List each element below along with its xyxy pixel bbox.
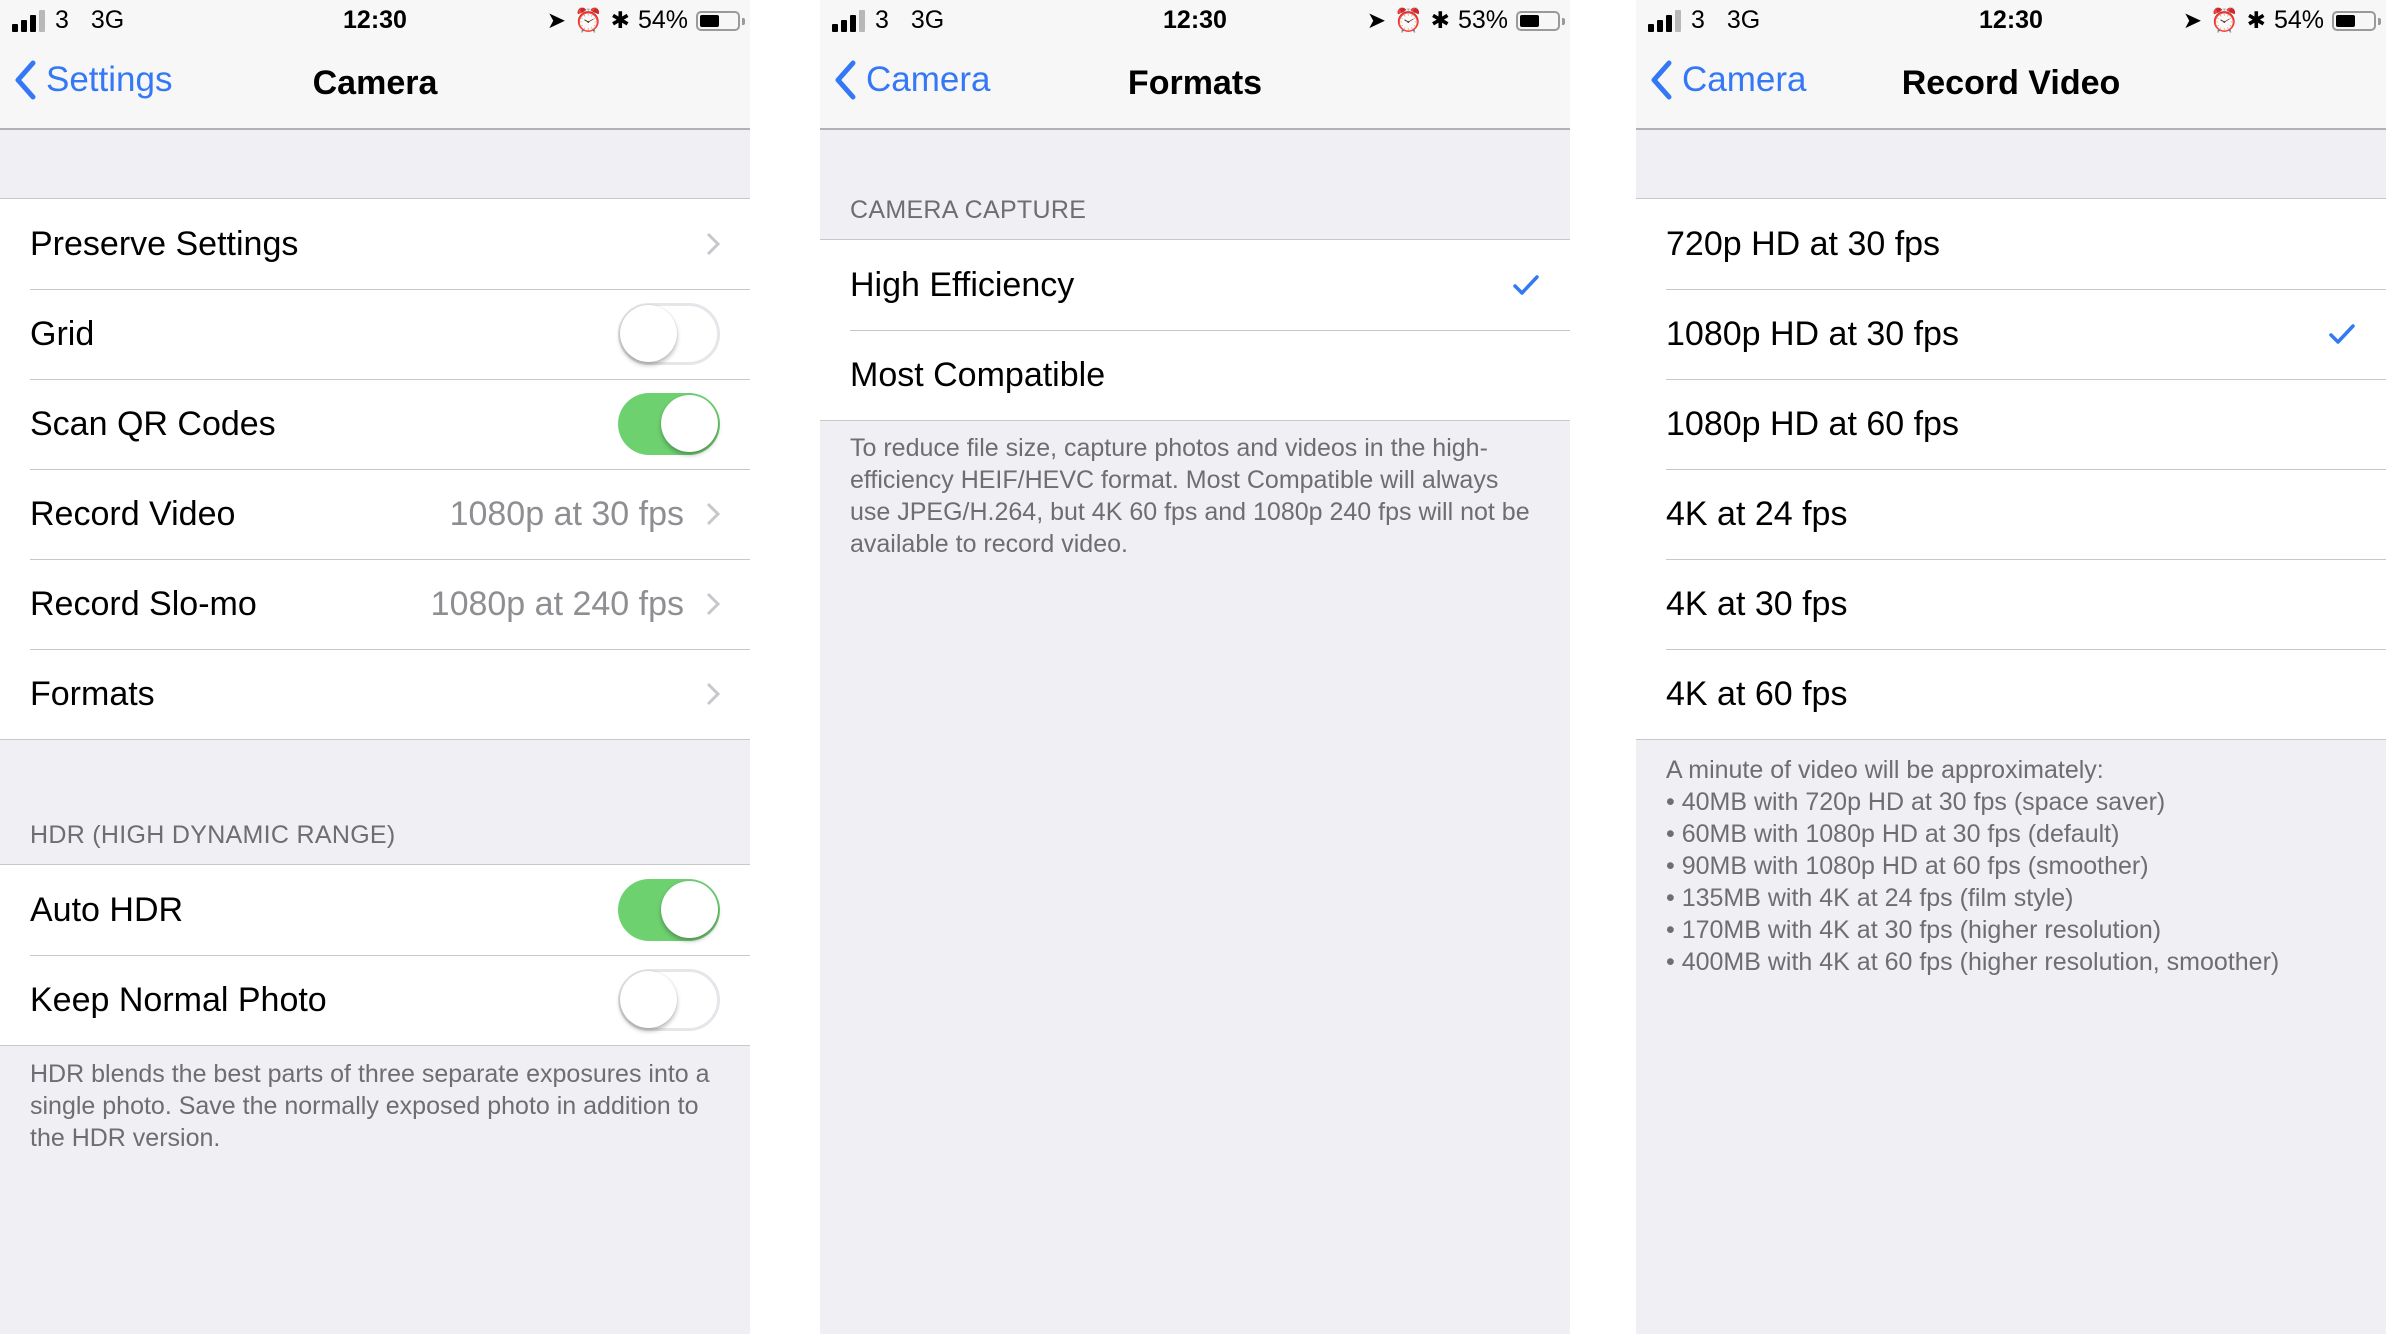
hdr-section-footer: HDR blends the best parts of three separ…	[30, 1060, 710, 1152]
auto-hdr-toggle[interactable]	[618, 879, 720, 941]
row-label: Record Video	[30, 494, 236, 533]
hdr-options-group: Auto HDR Keep Normal Photo	[0, 864, 750, 1046]
navigation-bar: Camera Record Video	[1636, 42, 2386, 130]
navigation-bar: Settings Camera	[0, 42, 750, 130]
option-4k-24fps[interactable]: 4K at 24 fps	[1636, 469, 2386, 559]
row-label: Most Compatible	[850, 355, 1106, 394]
row-label: 720p HD at 30 fps	[1666, 224, 1941, 263]
row-label: High Efficiency	[850, 265, 1075, 304]
row-label: Auto HDR	[30, 890, 184, 929]
battery-percentage: 54%	[2273, 6, 2324, 34]
chevron-left-icon	[835, 60, 856, 100]
bluetooth-icon: ✱	[1430, 7, 1450, 33]
row-auto-hdr: Auto HDR	[0, 865, 750, 955]
row-label: Scan QR Codes	[30, 404, 276, 443]
formats-screen: 3 3G 12:30 ➤ ⏰ ✱ 53% Camera Formats CAME…	[820, 0, 1570, 1334]
back-button-label: Camera	[866, 60, 991, 99]
chevron-right-icon	[706, 682, 720, 706]
navigation-bar: Camera Formats	[820, 42, 1570, 130]
record-video-screen: 3 3G 12:30 ➤ ⏰ ✱ 54% Camera Record Video…	[1636, 0, 2386, 1334]
back-button[interactable]: Camera	[1650, 60, 1806, 100]
row-label: 1080p HD at 30 fps	[1666, 314, 1959, 353]
chevron-right-icon	[706, 232, 720, 256]
battery-percentage: 54%	[637, 6, 688, 34]
option-4k-30fps[interactable]: 4K at 30 fps	[1636, 559, 2386, 649]
row-record-video[interactable]: Record Video 1080p at 30 fps	[0, 469, 750, 559]
row-label: Preserve Settings	[30, 224, 299, 263]
option-4k-60fps[interactable]: 4K at 60 fps	[1636, 649, 2386, 739]
scan-qr-codes-toggle[interactable]	[618, 393, 720, 455]
footer-item: • 170MB with 4K at 30 fps (higher resolu…	[1666, 916, 2162, 944]
camera-options-group: Preserve Settings Grid Scan QR Codes Rec…	[0, 198, 750, 740]
row-label: 4K at 30 fps	[1666, 584, 1848, 623]
chevron-left-icon	[1651, 60, 1672, 100]
row-label: 1080p HD at 60 fps	[1666, 404, 1959, 443]
row-preserve-settings[interactable]: Preserve Settings	[0, 199, 750, 289]
location-arrow-icon: ➤	[1366, 7, 1387, 33]
row-label: Keep Normal Photo	[30, 980, 327, 1019]
footer-item: • 135MB with 4K at 24 fps (film style)	[1666, 884, 2074, 912]
row-grid: Grid	[0, 289, 750, 379]
keep-normal-photo-toggle[interactable]	[618, 969, 720, 1031]
footer-item: • 60MB with 1080p HD at 30 fps (default)	[1666, 820, 2120, 848]
row-label: Formats	[30, 674, 155, 713]
checkmark-icon	[2329, 324, 2355, 344]
status-bar: 3 3G 12:30 ➤ ⏰ ✱ 54%	[1636, 0, 2386, 42]
option-high-efficiency[interactable]: High Efficiency	[820, 240, 1570, 330]
back-button-label: Camera	[1682, 60, 1807, 99]
location-arrow-icon: ➤	[2182, 7, 2203, 33]
row-keep-normal-photo: Keep Normal Photo	[0, 955, 750, 1045]
hdr-section-header: HDR (HIGH DYNAMIC RANGE)	[30, 821, 396, 849]
chevron-right-icon	[706, 592, 720, 616]
battery-icon	[696, 10, 745, 31]
back-button-label: Settings	[46, 60, 173, 99]
alarm-clock-icon: ⏰	[574, 7, 603, 33]
row-value: 1080p at 240 fps	[430, 584, 684, 623]
option-720p-30fps[interactable]: 720p HD at 30 fps	[1636, 199, 2386, 289]
row-label: Grid	[30, 314, 95, 353]
location-arrow-icon: ➤	[546, 7, 567, 33]
formats-footer: To reduce file size, capture photos and …	[850, 434, 1530, 558]
option-most-compatible[interactable]: Most Compatible	[820, 330, 1570, 420]
back-button[interactable]: Settings	[14, 60, 172, 100]
status-bar: 3 3G 12:30 ➤ ⏰ ✱ 53%	[820, 0, 1570, 42]
camera-settings-screen: 3 3G 12:30 ➤ ⏰ ✱ 54% Settings Camera Pre…	[0, 0, 750, 1334]
option-1080p-30fps[interactable]: 1080p HD at 30 fps	[1636, 289, 2386, 379]
bluetooth-icon: ✱	[2246, 7, 2266, 33]
footer-item: • 400MB with 4K at 60 fps (higher resolu…	[1666, 948, 2280, 976]
footer-item: • 40MB with 720p HD at 30 fps (space sav…	[1666, 788, 2166, 816]
alarm-clock-icon: ⏰	[2210, 7, 2239, 33]
camera-capture-header: CAMERA CAPTURE	[850, 196, 1087, 224]
checkmark-icon	[1513, 275, 1539, 295]
battery-percentage: 53%	[1457, 6, 1508, 34]
footer-item: • 90MB with 1080p HD at 60 fps (smoother…	[1666, 852, 2149, 880]
video-size-footer: A minute of video will be approximately:…	[1666, 754, 2356, 978]
option-1080p-60fps[interactable]: 1080p HD at 60 fps	[1636, 379, 2386, 469]
alarm-clock-icon: ⏰	[1394, 7, 1423, 33]
row-label: Record Slo-mo	[30, 584, 257, 623]
battery-icon	[1516, 10, 1565, 31]
row-formats[interactable]: Formats	[0, 649, 750, 739]
grid-toggle[interactable]	[618, 303, 720, 365]
row-scan-qr-codes: Scan QR Codes	[0, 379, 750, 469]
camera-capture-group: High Efficiency Most Compatible	[820, 239, 1570, 421]
row-value: 1080p at 30 fps	[449, 494, 684, 533]
row-label: 4K at 60 fps	[1666, 674, 1848, 713]
chevron-right-icon	[706, 502, 720, 526]
back-button[interactable]: Camera	[834, 60, 990, 100]
video-resolution-group: 720p HD at 30 fps 1080p HD at 30 fps 108…	[1636, 198, 2386, 740]
status-bar: 3 3G 12:30 ➤ ⏰ ✱ 54%	[0, 0, 750, 42]
chevron-left-icon	[15, 60, 36, 100]
row-record-slo-mo[interactable]: Record Slo-mo 1080p at 240 fps	[0, 559, 750, 649]
footer-title: A minute of video will be approximately:	[1666, 756, 2104, 784]
bluetooth-icon: ✱	[610, 7, 630, 33]
row-label: 4K at 24 fps	[1666, 494, 1848, 533]
battery-icon	[2332, 10, 2381, 31]
